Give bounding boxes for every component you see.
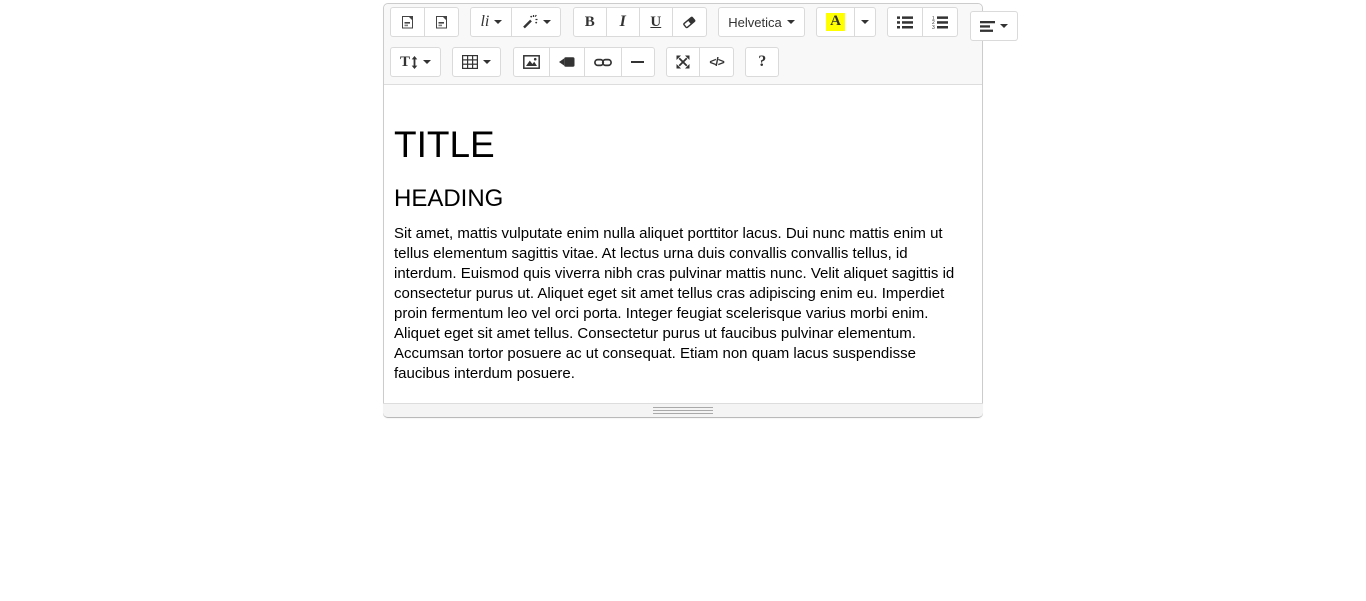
horizontal-rule-icon	[631, 61, 645, 63]
paragraph-align-dropdown-button[interactable]	[969, 11, 1018, 41]
ordered-list-button[interactable]: 1 2 3	[922, 7, 959, 37]
insert-video-button[interactable]	[548, 47, 585, 77]
line-height-dropdown-button[interactable]: T	[390, 47, 442, 77]
editor-content-area[interactable]: TITLE HEADING Sit amet, mattis vulputate…	[384, 85, 982, 403]
font-family-dropdown-button[interactable]: Helvetica	[718, 7, 805, 37]
fullscreen-button[interactable]	[666, 47, 701, 77]
ordered-list-icon: 1 2 3	[932, 16, 949, 29]
editor-toolbar: li B I U Helvetica A 1 2 3 T </> ?	[384, 4, 1018, 85]
toolbar-row-1: li B I U Helvetica A 1 2 3	[390, 7, 1018, 41]
clear-format-button[interactable]	[671, 7, 707, 37]
resize-handle[interactable]	[653, 407, 713, 414]
font-family-label: Helvetica	[728, 14, 782, 30]
italic-icon: I	[619, 13, 626, 30]
eraser-icon	[682, 15, 697, 29]
document-icon	[400, 14, 415, 30]
color-group: A	[816, 7, 877, 37]
help-icon: ?	[758, 53, 767, 70]
underline-icon: U	[650, 13, 662, 30]
caret-down-icon	[999, 24, 1008, 28]
table-icon	[462, 55, 479, 69]
caret-down-icon	[494, 20, 503, 24]
insert-picture-button[interactable]	[512, 47, 550, 77]
caret-down-icon	[786, 20, 795, 24]
magic-wand-icon	[521, 14, 538, 30]
color-dropdown-button[interactable]	[854, 7, 877, 37]
insert-link-button[interactable]	[583, 47, 622, 77]
caret-down-icon	[861, 20, 870, 24]
fullscreen-icon	[676, 55, 690, 69]
magic-style-dropdown-button[interactable]	[511, 7, 562, 37]
table-dropdown-button[interactable]	[452, 47, 502, 77]
italic-button[interactable]: I	[605, 7, 640, 37]
help-button[interactable]: ?	[745, 47, 780, 77]
document-icon	[434, 14, 449, 30]
caret-down-icon	[483, 60, 492, 64]
line-height-icon: T	[400, 53, 411, 70]
align-icon	[979, 20, 995, 32]
note-document-button-1[interactable]	[390, 7, 425, 37]
picture-icon	[522, 55, 540, 69]
font-style-dropdown-button[interactable]: li	[470, 7, 513, 37]
codeview-button[interactable]: </>	[699, 47, 734, 77]
video-icon	[558, 56, 575, 68]
table-group	[452, 47, 502, 77]
view-group: </>	[666, 47, 734, 77]
font-group: B I U	[572, 7, 707, 37]
font-color-button[interactable]: A	[816, 7, 856, 37]
font-style-icon: li	[480, 13, 490, 30]
help-group: ?	[745, 47, 780, 77]
editor-statusbar	[383, 403, 983, 418]
font-color-icon: A	[826, 13, 846, 31]
bold-icon: B	[584, 13, 595, 30]
style-group: li	[470, 7, 562, 37]
insert-group	[512, 47, 655, 77]
caret-down-icon	[543, 20, 552, 24]
paragraph-group	[969, 11, 1018, 41]
content-title[interactable]: TITLE	[394, 124, 972, 166]
list-group: 1 2 3	[887, 7, 959, 37]
toolbar-row-2: T </> ?	[390, 47, 977, 77]
link-icon	[593, 57, 612, 68]
content-heading[interactable]: HEADING	[394, 185, 972, 212]
underline-button[interactable]: U	[638, 7, 673, 37]
bold-button[interactable]: B	[572, 7, 607, 37]
up-down-arrow-icon	[411, 55, 418, 69]
note-buttons-group	[390, 7, 459, 37]
codeview-icon: </>	[709, 55, 724, 69]
svg-text:3: 3	[932, 25, 935, 29]
horizontal-rule-button[interactable]	[620, 47, 655, 77]
note-document-button-2[interactable]	[424, 7, 459, 37]
unordered-list-icon	[897, 15, 914, 29]
content-paragraph[interactable]: Sit amet, mattis vulputate enim nulla al…	[394, 224, 970, 384]
unordered-list-button[interactable]	[887, 7, 924, 37]
rich-text-editor: li B I U Helvetica A 1 2 3 T </> ? TITLE…	[383, 3, 1018, 418]
caret-down-icon	[423, 60, 432, 64]
fontname-group: Helvetica	[718, 7, 805, 37]
height-group: T	[390, 47, 442, 77]
